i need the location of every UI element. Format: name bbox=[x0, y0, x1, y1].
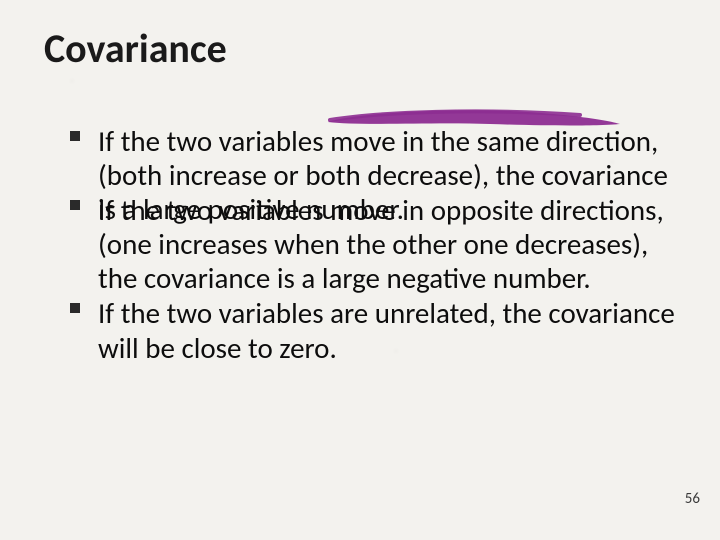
bullet-text: If the two variables move in opposite di… bbox=[98, 192, 664, 296]
bullet-marker-icon bbox=[70, 131, 80, 141]
slide-title: Covariance bbox=[44, 24, 227, 73]
bullet-text: If the two variables are unrelated, the … bbox=[98, 295, 675, 365]
page-number: 56 bbox=[685, 490, 700, 508]
bullet-list: If the two variables move in the same di… bbox=[70, 124, 682, 365]
bullet-item: If the two variables move in opposite di… bbox=[70, 193, 682, 296]
bullet-marker-icon bbox=[70, 303, 80, 313]
slide: Covariance If the two variables move in … bbox=[0, 0, 720, 540]
bullet-item: If the two variables are unrelated, the … bbox=[70, 296, 682, 364]
bullet-marker-icon bbox=[70, 200, 80, 210]
